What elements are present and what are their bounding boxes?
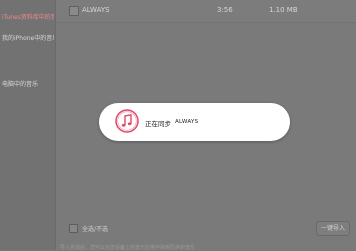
song-duration: 3:56 [217, 6, 233, 14]
row-checkbox[interactable] [69, 6, 79, 16]
song-size: 1.10 MB [269, 6, 298, 14]
music-note-icon [115, 109, 139, 133]
song-title: ALWAYS [82, 6, 110, 14]
select-all-label: 全选/不选 [82, 226, 109, 233]
sidebar-item-computer-music[interactable]: 电脑中的音乐 [2, 79, 54, 88]
sync-track-name: ALWAYS [175, 119, 199, 125]
import-button[interactable]: 一键导入 [315, 221, 350, 236]
sidebar-item-iphone-music[interactable]: 我的iPhone中的音乐 [2, 33, 54, 42]
bottom-bar: 全选/不选 一键导入 [56, 218, 356, 240]
sidebar-item-itunes-library[interactable]: iTunes资料库中的音乐 [2, 12, 54, 21]
sync-toast: 正在同步 ALWAYS [99, 103, 290, 141]
sync-status-text: 正在同步 [145, 120, 171, 128]
select-all-checkbox[interactable] [69, 224, 78, 233]
song-list-row[interactable]: ALWAYS 3:56 1.10 MB [56, 0, 356, 23]
sidebar: iTunes资料库中的音乐 我的iPhone中的音乐 电脑中的音乐 [0, 0, 56, 250]
